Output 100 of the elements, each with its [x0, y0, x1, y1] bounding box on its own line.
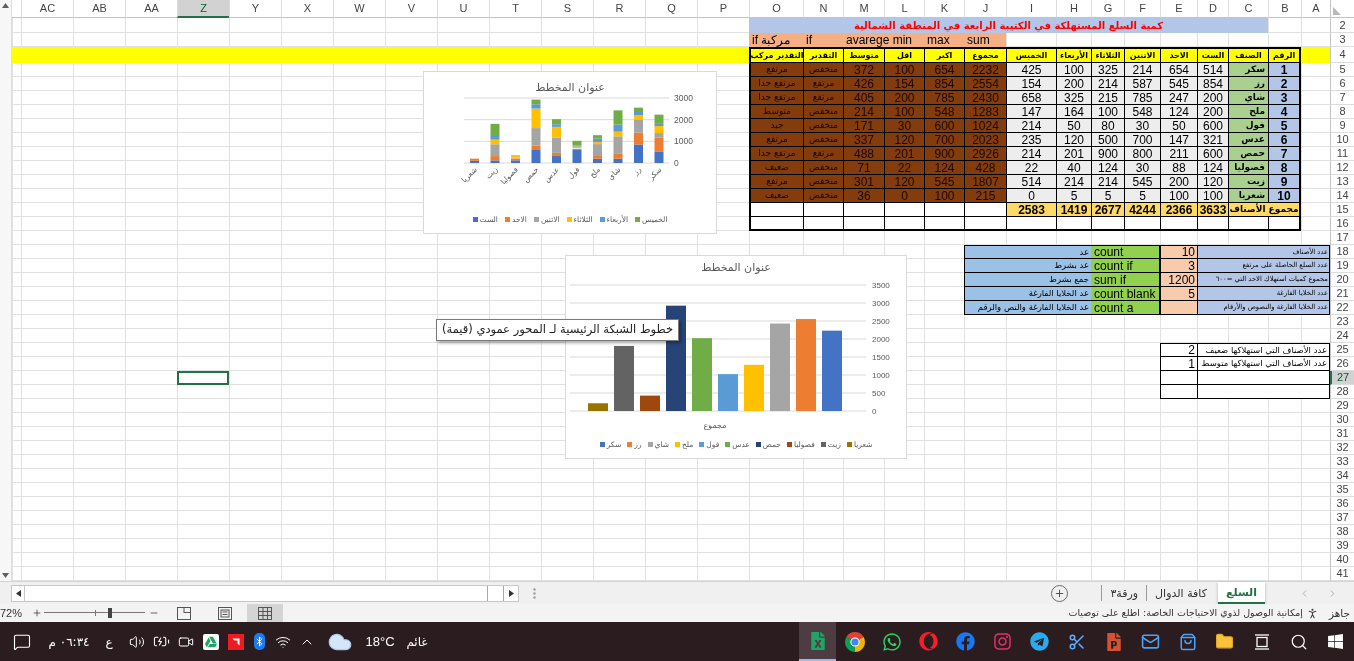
table-cell: 120 [1056, 133, 1091, 147]
table-cell: منخفض [803, 63, 843, 77]
tick-label: 1500 [872, 353, 890, 362]
table-cell: 301 [843, 175, 884, 189]
table-cell: سكر [1228, 63, 1268, 77]
table-cell: 654 [1160, 63, 1197, 77]
status-text: جاهز [1328, 607, 1350, 619]
table-cell: عدس [1228, 133, 1268, 147]
header-cell: الاتنين [1124, 47, 1160, 63]
table-cell: 7 [1268, 147, 1301, 161]
header-cell: التقدير مركب [749, 47, 803, 63]
total-cell: 1419 [1056, 203, 1091, 217]
tick-label: 1000 [674, 136, 693, 147]
tick-label: 500 [872, 389, 886, 398]
table-cell: 600 [1197, 147, 1228, 161]
table-cell: 22 [884, 161, 924, 175]
total-cell: 2583 [1006, 203, 1056, 217]
total-cell: 4244 [1124, 203, 1160, 217]
function-cell: count [1091, 245, 1160, 259]
table-cell: 71 [843, 161, 884, 175]
table-cell: 0 [884, 189, 924, 203]
table-cell: 9 [1268, 175, 1301, 189]
table-cell: 1283 [964, 105, 1006, 119]
table-cell: 100 [924, 189, 964, 203]
table-cell: 124 [1091, 161, 1124, 175]
table-cell: 514 [1197, 63, 1228, 77]
table-cell: منخفض [803, 119, 843, 133]
table-cell: 120 [884, 133, 924, 147]
function-cell: count blank [1091, 287, 1160, 301]
tick-label: 2000 [872, 335, 890, 344]
table-cell: 100 [884, 63, 924, 77]
table-cell: 405 [843, 91, 884, 105]
table-cell: 164 [1056, 105, 1091, 119]
table-cell: شاي [1228, 91, 1268, 105]
tick-label: 1000 [872, 371, 890, 380]
meaning-cell: جمع بشرط [964, 273, 1091, 287]
table-cell: 4 [1268, 105, 1301, 119]
table-cell: 200 [1197, 105, 1228, 119]
header-cell: التقدير [803, 47, 843, 63]
table-cell: 545 [924, 175, 964, 189]
table-cell: منخفض [803, 161, 843, 175]
chart-title: عنوان المخطط [535, 82, 605, 93]
table-cell: 900 [924, 147, 964, 161]
table-cell: 124 [1160, 105, 1197, 119]
table-cell: 654 [924, 63, 964, 77]
table-cell: 30 [884, 119, 924, 133]
table-cell: 30 [1124, 161, 1160, 175]
meaning-cell: عد بشرط [964, 259, 1091, 273]
table-cell: 2926 [964, 147, 1006, 161]
table-cell: 200 [1197, 91, 1228, 105]
table-cell: 2430 [964, 91, 1006, 105]
table-cell: 22 [1006, 161, 1056, 175]
chart-title: عنوان المخطط [701, 261, 771, 273]
table-cell: 548 [1124, 105, 1160, 119]
table-cell: 171 [843, 119, 884, 133]
table-cell: 88 [1160, 161, 1197, 175]
header-cell: الخميس [1006, 47, 1056, 63]
table-cell: 0 [1006, 189, 1056, 203]
table-cell: 500 [1091, 133, 1124, 147]
table-cell: 700 [1124, 133, 1160, 147]
table-cell: 214 [1124, 63, 1160, 77]
table-cell: 587 [1124, 77, 1160, 91]
table-cell: 36 [843, 189, 884, 203]
table-cell: 854 [924, 77, 964, 91]
table-cell: 5 [1124, 189, 1160, 203]
table-cell: 214 [843, 105, 884, 119]
table-cell: 600 [1197, 119, 1228, 133]
table-cell: 8 [1268, 161, 1301, 175]
table-cell: زيت [1228, 175, 1268, 189]
table-cell: 6 [1268, 133, 1301, 147]
header-cell: اقل [884, 47, 924, 63]
table-cell: 10 [1268, 189, 1301, 203]
table-cell: 545 [1160, 77, 1197, 91]
table-cell: 658 [1006, 91, 1056, 105]
count-label-cell: عدد الأصناف التي استهلاكها ضعيف [1197, 343, 1330, 357]
table-cell: منخفض [803, 189, 843, 203]
header-cell: الاحد [1160, 47, 1197, 63]
header-cell: الست [1197, 47, 1228, 63]
table-cell: حمص [1228, 147, 1268, 161]
table-cell: ملح [1228, 105, 1268, 119]
table-cell: مرتفع [803, 77, 843, 91]
table-cell: 247 [1160, 91, 1197, 105]
table-cell: 2232 [964, 63, 1006, 77]
table-cell: 211 [1160, 147, 1197, 161]
table-cell: 5 [1091, 189, 1124, 203]
table-cell: 514 [1006, 175, 1056, 189]
total-cell: 2366 [1160, 203, 1197, 217]
totals-label: مجموع الأصناف [1228, 203, 1301, 217]
header-cell: الصنف [1228, 47, 1268, 63]
table-cell: 900 [1091, 147, 1124, 161]
header-cell: الأربعاء [1056, 47, 1091, 63]
function-cell: count a [1091, 301, 1160, 315]
table-cell: 100 [1160, 189, 1197, 203]
table-cell: 124 [1197, 161, 1228, 175]
table-cell: رز [1228, 77, 1268, 91]
header-cell: مجموع [964, 47, 1006, 63]
formula-label: max [924, 33, 964, 47]
tick-label: 2500 [872, 317, 890, 326]
tooltip: خطوط الشبكة الرئيسية لـ المحور عمودي (قيمة) [436, 319, 680, 341]
table-cell: 214 [1091, 77, 1124, 91]
